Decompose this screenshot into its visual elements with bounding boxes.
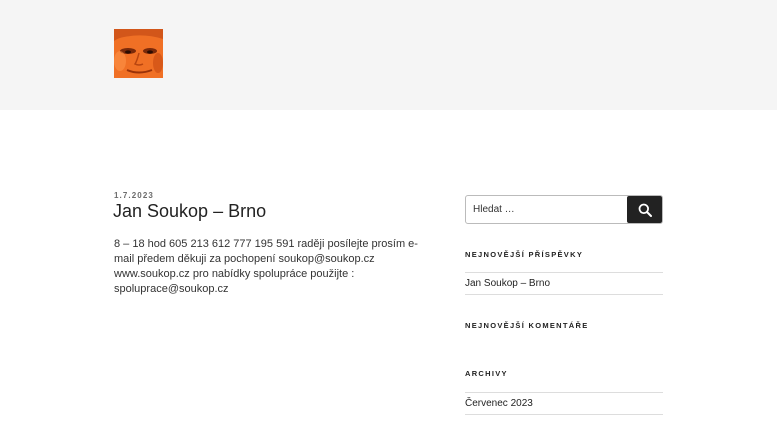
search-button[interactable] <box>627 196 662 223</box>
logo-face-image <box>114 29 163 78</box>
search-widget <box>465 195 663 224</box>
post-title: Jan Soukop – Brno <box>113 201 266 222</box>
recent-posts-title: NEJNOVĚJŠÍ PŘÍSPĚVKY <box>465 250 584 259</box>
post-content-text: 8 – 18 hod 605 213 612 777 195 591 raděj… <box>114 238 418 295</box>
recent-posts-list: Jan Soukop – Brno <box>465 272 663 295</box>
site-logo[interactable] <box>114 29 163 78</box>
archives-title: ARCHIVY <box>465 369 508 378</box>
post-title-link[interactable]: Jan Soukop – Brno <box>113 201 266 221</box>
search-icon <box>638 203 652 217</box>
post-content: 8 – 18 hod 605 213 612 777 195 591 raděj… <box>114 237 429 297</box>
list-item: Červenec 2023 <box>465 392 663 415</box>
recent-comments-title: NEJNOVĚJŠÍ KOMENTÁŘE <box>465 321 589 330</box>
search-form <box>465 195 663 224</box>
site-header <box>0 0 777 110</box>
post-date[interactable]: 1.7.2023 <box>114 191 154 200</box>
archive-link[interactable]: Červenec 2023 <box>465 398 533 409</box>
archives-list: Červenec 2023 <box>465 392 663 415</box>
recent-post-link[interactable]: Jan Soukop – Brno <box>465 278 550 289</box>
list-item: Jan Soukop – Brno <box>465 272 663 295</box>
